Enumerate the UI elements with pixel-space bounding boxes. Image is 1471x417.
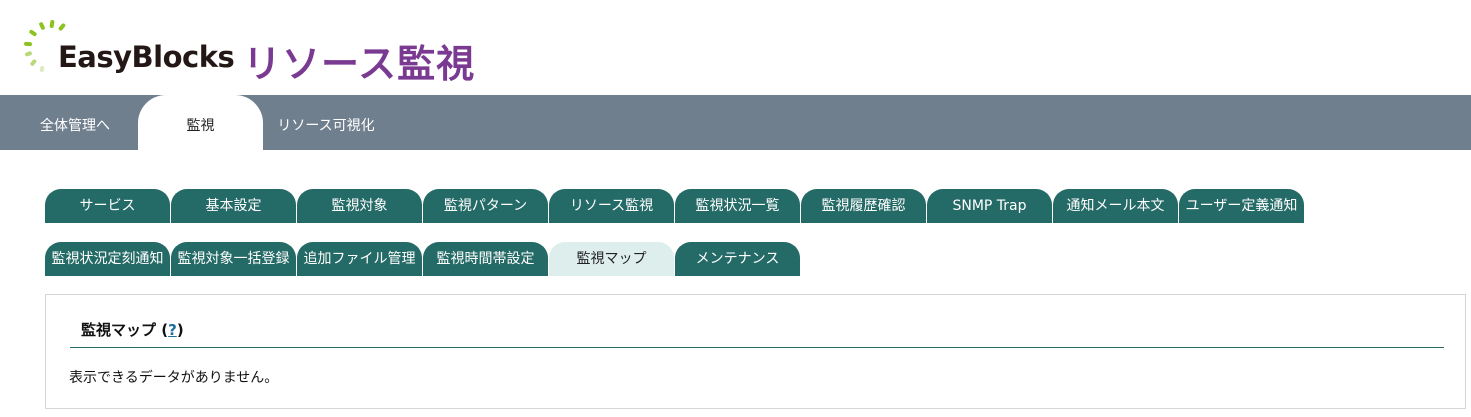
help-close-paren: ) bbox=[176, 321, 184, 339]
subtab-bulk-target-registration[interactable]: 監視対象一括登録 bbox=[171, 242, 296, 276]
subtab-monitoring-status-list[interactable]: 監視状況一覧 bbox=[675, 189, 800, 223]
tab-global-management[interactable]: 全体管理へ bbox=[0, 95, 150, 150]
logo-text: EasyBlocks bbox=[58, 40, 235, 74]
panel-heading: 監視マップ (?) bbox=[70, 319, 1444, 348]
top-nav-bar: 全体管理へ 監視 リソース可視化 bbox=[0, 95, 1471, 150]
page-title: 監視マップ (?) bbox=[81, 319, 184, 340]
subtab-basic-settings[interactable]: 基本設定 bbox=[171, 189, 296, 223]
subtab-monitoring-time-settings[interactable]: 監視時間帯設定 bbox=[423, 242, 548, 276]
subtab-scheduled-status-notification[interactable]: 監視状況定刻通知 bbox=[45, 242, 170, 276]
page-title-text: 監視マップ bbox=[81, 321, 157, 339]
help-link[interactable]: ? bbox=[168, 321, 177, 339]
subtab-monitoring-targets[interactable]: 監視対象 bbox=[297, 189, 422, 223]
subtab-additional-file-management[interactable]: 追加ファイル管理 bbox=[297, 242, 422, 276]
subtab-notification-mail-body[interactable]: 通知メール本文 bbox=[1053, 189, 1178, 223]
subtab-service[interactable]: サービス bbox=[45, 189, 170, 223]
subtab-monitoring-history[interactable]: 監視履歴確認 bbox=[801, 189, 926, 223]
no-data-message: 表示できるデータがありません。 bbox=[69, 370, 279, 386]
subtab-resource-monitoring[interactable]: リソース監視 bbox=[549, 189, 674, 223]
subtab-maintenance[interactable]: メンテナンス bbox=[675, 242, 800, 276]
subtab-user-defined-notification[interactable]: ユーザー定義通知 bbox=[1179, 189, 1304, 223]
tab-resource-visualization[interactable]: リソース可視化 bbox=[263, 95, 389, 150]
content-panel: 監視マップ (?) 表示できるデータがありません。 bbox=[45, 294, 1466, 409]
subtab-monitoring-map[interactable]: 監視マップ bbox=[549, 242, 674, 276]
tab-monitoring[interactable]: 監視 bbox=[138, 95, 263, 150]
subtab-monitoring-patterns[interactable]: 監視パターン bbox=[423, 189, 548, 223]
header: EasyBlocks リソース監視 bbox=[0, 0, 1471, 95]
subtab-snmp-trap[interactable]: SNMP Trap bbox=[927, 189, 1052, 223]
app-title: リソース監視 bbox=[243, 42, 476, 86]
